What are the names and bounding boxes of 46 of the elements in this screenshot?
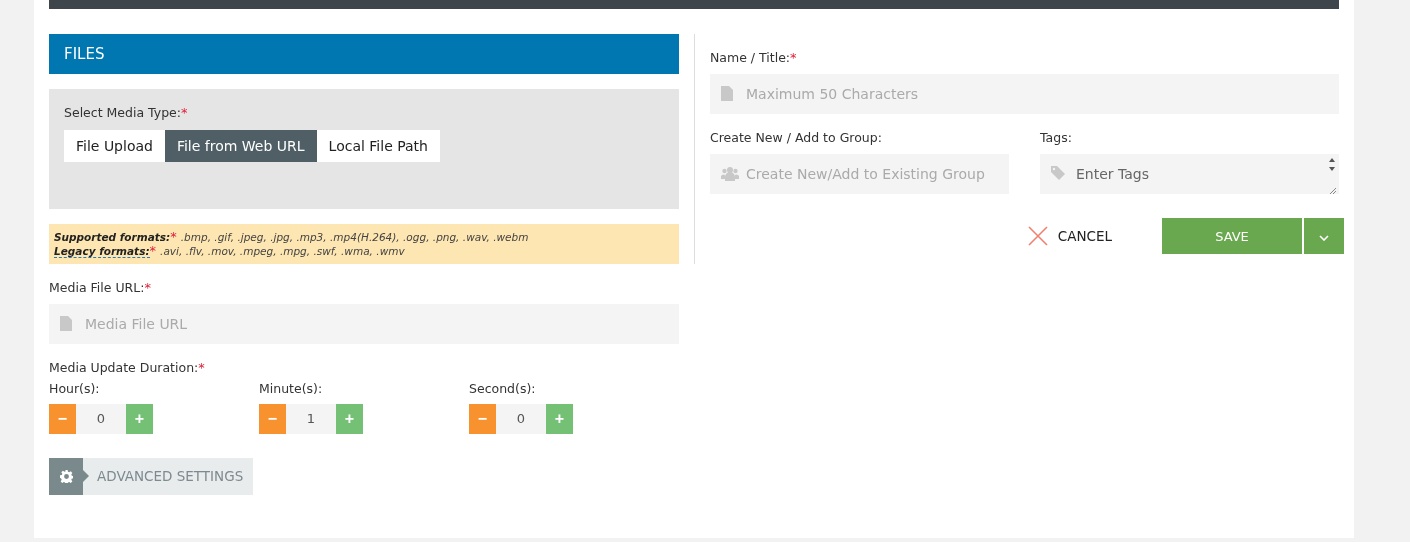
decrement-button[interactable]: − [469, 404, 496, 434]
tags-field[interactable]: Enter Tags [1040, 154, 1339, 194]
decrement-button[interactable]: − [49, 404, 76, 434]
required-mark: * [790, 50, 797, 65]
media-type-option[interactable]: File from Web URL [164, 130, 317, 162]
number-field[interactable]: 1 [286, 404, 336, 434]
required-mark: * [170, 229, 177, 244]
required-mark: * [198, 360, 205, 375]
tag-icon [1051, 166, 1065, 180]
decrement-button[interactable]: − [259, 404, 286, 434]
number-field[interactable]: 0 [496, 404, 546, 434]
advanced-settings-button[interactable]: ADVANCED SETTINGS [49, 458, 253, 495]
section-header: FILES [49, 34, 679, 74]
required-mark: * [181, 105, 188, 120]
media-url-field[interactable]: Media File URL [49, 304, 679, 344]
field-label: Create New / Add to Group: [710, 130, 883, 145]
save-button[interactable]: SAVE [1162, 218, 1302, 254]
media-type-option[interactable]: File Upload [64, 130, 165, 162]
document-icon [721, 86, 733, 101]
document-icon [60, 316, 72, 331]
caret-icon [1319, 234, 1329, 241]
field-label: Second(s): [469, 381, 537, 396]
increment-button[interactable]: + [546, 404, 573, 434]
field-label: Select Media Type: [64, 105, 181, 120]
field-label: Hour(s): [49, 381, 101, 396]
field-label: Name / Title: [710, 50, 791, 65]
gear-icon [59, 470, 73, 483]
field-label: Minute(s): [259, 381, 324, 396]
format-list: .avi, .flv, .mov, .mpeg, .mpg, .swf, .wma, .wmv [160, 245, 405, 257]
format-list: .bmp, .gif, .jpeg, .jpg, .mp3, .mp4(H.264), .ogg, .png, .wav, .webm [180, 231, 529, 243]
increment-button[interactable]: + [336, 404, 363, 434]
users-icon [721, 166, 739, 181]
format-term: Supported formats: [54, 231, 171, 243]
format-term: Legacy formats: [54, 245, 150, 258]
required-mark: * [149, 243, 157, 258]
field-label: Media File URL: [49, 280, 145, 295]
number-field[interactable]: 0 [76, 404, 126, 434]
field-label: Tags: [1040, 130, 1073, 145]
group-field[interactable]: Create New/Add to Existing Group [710, 154, 1009, 194]
close-icon [1027, 226, 1048, 246]
field-label: Media Update Duration: [49, 360, 199, 375]
increment-button[interactable]: + [126, 404, 153, 434]
required-mark: * [144, 280, 151, 295]
cancel-button[interactable]: CANCEL [1021, 225, 1118, 247]
name-field[interactable]: Maximum 50 Characters [710, 74, 1339, 114]
media-type-option[interactable]: Local File Path [316, 130, 440, 162]
